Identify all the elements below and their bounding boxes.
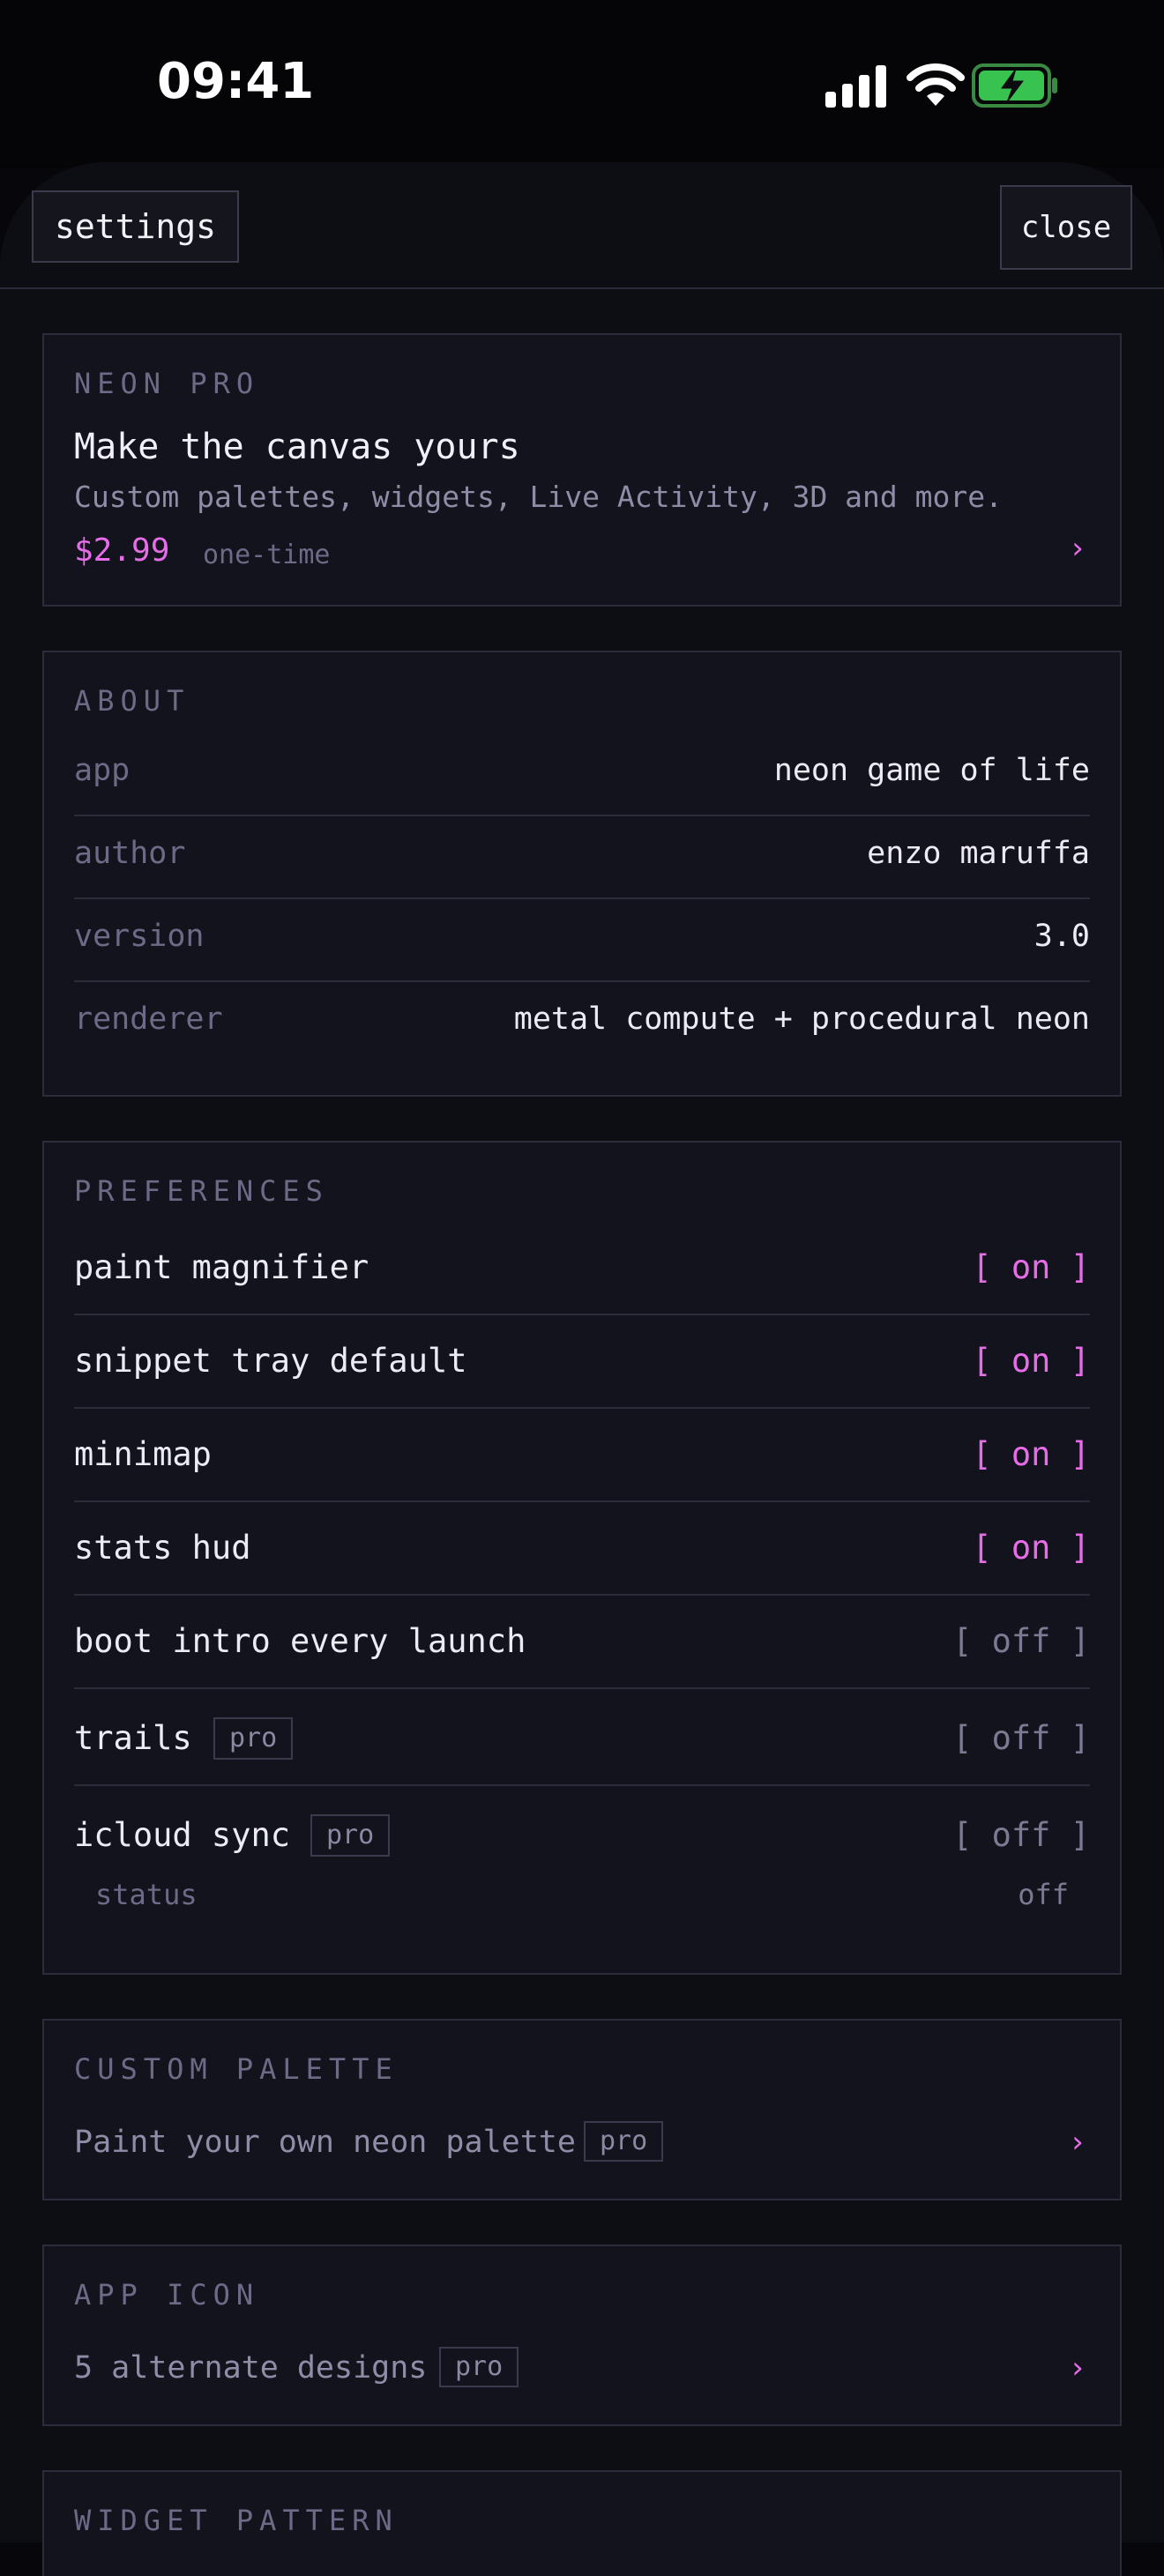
pro-badge: pro	[310, 1814, 391, 1857]
about-row: version 3.0	[74, 899, 1090, 982]
preferences-heading: PREFERENCES	[74, 1174, 329, 1208]
icloud-sync-status-value: off	[1018, 1878, 1069, 1911]
pref-row-stats-hud[interactable]: stats hud [ on ]	[74, 1502, 1090, 1596]
pref-row-icloud-sync[interactable]: icloud sync pro [ off ]	[74, 1786, 1090, 1883]
minimap-toggle[interactable]: [ on ]	[972, 1435, 1090, 1473]
pref-label: snippet tray default	[74, 1342, 467, 1380]
app-icon-card[interactable]: APP ICON 5 alternate designs pro ›	[42, 2245, 1122, 2426]
pref-label: stats hud	[74, 1529, 251, 1567]
boot-intro-toggle[interactable]: [ off ]	[952, 1622, 1090, 1660]
paint-magnifier-toggle[interactable]: [ on ]	[972, 1248, 1090, 1286]
pref-label: trails	[74, 1719, 192, 1757]
about-row-value: metal compute + procedural neon	[513, 1001, 1090, 1037]
app-icon-heading: APP ICON	[74, 2278, 260, 2312]
pro-badge: pro	[584, 2121, 664, 2162]
about-row-value: neon game of life	[773, 753, 1090, 788]
icloud-sync-toggle[interactable]: [ off ]	[952, 1816, 1090, 1854]
custom-palette-card[interactable]: CUSTOM PALETTE Paint your own neon palet…	[42, 2019, 1122, 2200]
custom-palette-heading: CUSTOM PALETTE	[74, 2052, 399, 2086]
about-row-value: enzo maruffa	[867, 836, 1090, 871]
pref-row-paint-magnifier[interactable]: paint magnifier [ on ]	[74, 1222, 1090, 1315]
pro-badge: pro	[439, 2347, 519, 2387]
about-row: renderer metal compute + procedural neon	[74, 982, 1090, 1065]
pro-badge: pro	[213, 1717, 294, 1760]
settings-sheet: settings close NEON PRO Make the canvas …	[0, 162, 1164, 2576]
custom-palette-text: Paint your own neon palette	[74, 2125, 576, 2160]
neon-pro-description: Custom palettes, widgets, Live Activity,…	[74, 480, 1003, 514]
page-title: settings	[32, 190, 240, 263]
close-button[interactable]: close	[1000, 185, 1132, 270]
neon-pro-title: Make the canvas yours	[74, 427, 520, 467]
chevron-right-icon: ›	[1068, 531, 1086, 566]
about-row-value: 3.0	[1033, 919, 1090, 954]
preferences-card: PREFERENCES paint magnifier [ on ] snipp…	[42, 1141, 1122, 1975]
neon-pro-price: $2.99	[74, 532, 170, 569]
neon-pro-heading: NEON PRO	[74, 367, 260, 400]
about-row-key: renderer	[74, 1001, 223, 1037]
pref-row-snippet-tray-default[interactable]: snippet tray default [ on ]	[74, 1315, 1090, 1409]
pref-row-boot-intro[interactable]: boot intro every launch [ off ]	[74, 1596, 1090, 1689]
about-row: app neon game of life	[74, 733, 1090, 816]
battery-charging-icon	[972, 63, 1057, 108]
pref-label: minimap	[74, 1435, 212, 1473]
neon-pro-price-note: one-time	[203, 540, 331, 570]
about-row-key: author	[74, 836, 186, 871]
about-card: ABOUT app neon game of life author enzo …	[42, 651, 1122, 1097]
about-heading: ABOUT	[74, 684, 190, 718]
about-row-key: version	[74, 919, 205, 954]
pref-row-trails[interactable]: trails pro [ off ]	[74, 1689, 1090, 1786]
status-time: 09:41	[157, 53, 315, 110]
status-bar: 09:41	[0, 0, 1164, 168]
sheet-header: settings close	[0, 162, 1164, 289]
status-icons	[820, 62, 1067, 111]
pref-row-minimap[interactable]: minimap [ on ]	[74, 1409, 1090, 1502]
about-row-key: app	[74, 753, 131, 788]
pref-label: icloud sync	[74, 1816, 291, 1854]
pref-label: boot intro every launch	[74, 1622, 526, 1660]
widget-pattern-heading: WIDGET PATTERN	[74, 2504, 399, 2537]
chevron-right-icon: ›	[1068, 2125, 1086, 2160]
chevron-right-icon: ›	[1068, 2350, 1086, 2386]
trails-toggle[interactable]: [ off ]	[952, 1719, 1090, 1757]
neon-pro-card[interactable]: NEON PRO Make the canvas yours Custom pa…	[42, 333, 1122, 607]
cellular-signal-icon	[825, 65, 886, 108]
wifi-icon	[907, 63, 965, 106]
pref-label: paint magnifier	[74, 1248, 369, 1286]
app-icon-text: 5 alternate designs	[74, 2350, 428, 2386]
about-row: author enzo maruffa	[74, 816, 1090, 899]
icloud-sync-status-label: status	[95, 1878, 198, 1911]
stats-hud-toggle[interactable]: [ on ]	[972, 1529, 1090, 1567]
snippet-tray-default-toggle[interactable]: [ on ]	[972, 1342, 1090, 1380]
widget-pattern-card[interactable]: WIDGET PATTERN	[42, 2470, 1122, 2576]
